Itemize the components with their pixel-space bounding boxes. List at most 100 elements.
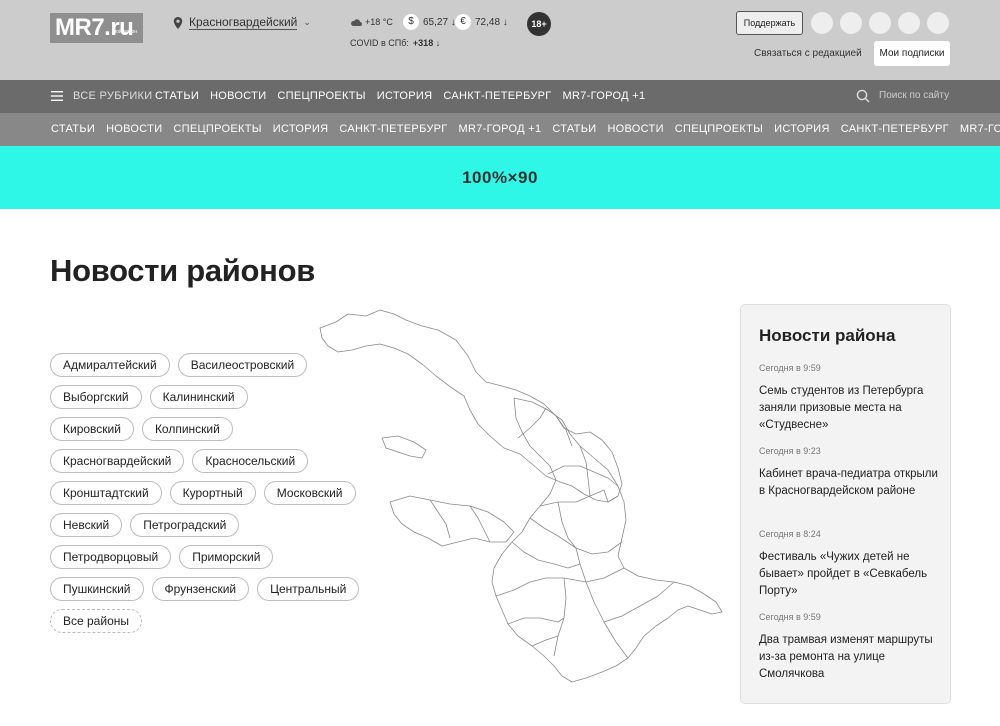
news-headline[interactable]: Фестиваль «Чужих детей не бывает» пройде…	[759, 549, 939, 600]
map-boundary	[553, 577, 567, 657]
nav-item[interactable]: САНКТ-ПЕТЕРБУРГ	[443, 90, 551, 102]
sidebar-title: Новости района	[759, 326, 896, 345]
location-selector[interactable]: Красногвардейский ⌄	[173, 15, 311, 30]
map-boundary	[585, 567, 625, 583]
location-pin-icon	[173, 16, 183, 29]
nav-item[interactable]: СТАТЬИ	[155, 90, 199, 102]
main-nav: ВСЕ РУБРИКИ СТАТЬИ НОВОСТИ СПЕЦПРОЕКТЫ И…	[0, 80, 1000, 113]
news-headline[interactable]: Семь студентов из Петербурга заняли приз…	[759, 383, 939, 434]
secondary-nav: СТАТЬИ НОВОСТИ СПЕЦПРОЕКТЫ ИСТОРИЯ САНКТ…	[0, 113, 1000, 146]
nav-item[interactable]: ИСТОРИЯ	[774, 123, 830, 135]
news-time: Сегодня в 9:59	[759, 612, 821, 622]
social-icon-3[interactable]	[869, 12, 891, 34]
news-headline[interactable]: Два трамвая изменят маршруты из-за ремон…	[759, 632, 939, 683]
news-time: Сегодня в 9:59	[759, 363, 821, 373]
nav-item[interactable]: СПЕЦПРОЕКТЫ	[173, 123, 261, 135]
dollar-icon: $	[403, 14, 419, 30]
map-boundary	[507, 617, 565, 625]
logo-tagline: мой район	[112, 29, 137, 35]
all-districts-chip[interactable]: Все районы	[50, 609, 142, 633]
nav-item[interactable]: MR7-ГОРОД +1	[563, 90, 646, 102]
district-chip[interactable]: Петроградский	[130, 513, 240, 537]
news-item[interactable]: Сегодня в 9:59 Два трамвая изменят маршр…	[759, 612, 939, 683]
covid-label: COVID в СПб:	[350, 38, 409, 48]
map-boundary	[603, 489, 619, 503]
eur-value: 72,48 ↓	[475, 16, 508, 28]
news-item[interactable]: Сегодня в 9:59 Семь студентов из Петербу…	[759, 363, 939, 434]
map-district-petrodvorets	[389, 495, 515, 547]
map-boundary	[531, 635, 559, 647]
all-categories-link[interactable]: ВСЕ РУБРИКИ	[73, 90, 152, 102]
map-boundary	[539, 489, 605, 507]
nav-item[interactable]: САНКТ-ПЕТЕРБУРГ	[841, 123, 949, 135]
nav-item[interactable]: ИСТОРИЯ	[377, 90, 433, 102]
nav-item[interactable]: MR7-ГОРОД +1	[459, 123, 542, 135]
weather-widget: +18 °C	[350, 17, 393, 27]
map-boundary	[603, 581, 675, 623]
district-map[interactable]	[318, 306, 728, 686]
district-chip[interactable]: Адмиралтейский	[50, 353, 170, 377]
page-title: Новости районов	[50, 253, 315, 288]
map-boundary	[495, 577, 587, 597]
social-icon-2[interactable]	[840, 12, 862, 34]
district-chip[interactable]: Кронштадтский	[50, 481, 162, 505]
map-district-main	[491, 397, 723, 683]
euro-icon: €	[455, 14, 471, 30]
district-chip[interactable]: Красногвардейский	[50, 449, 185, 473]
nav-item[interactable]: СТАТЬИ	[51, 123, 95, 135]
news-item[interactable]: Сегодня в 8:24 Фестиваль «Чужих детей не…	[759, 529, 939, 600]
chevron-down-icon: ⌄	[303, 17, 311, 27]
nav-item[interactable]: СПЕЦПРОЕКТЫ	[675, 123, 763, 135]
nav-item[interactable]: НОВОСТИ	[106, 123, 162, 135]
social-icon-5[interactable]	[927, 12, 949, 34]
main-nav-items: СТАТЬИ НОВОСТИ СПЕЦПРОЕКТЫ ИСТОРИЯ САНКТ…	[155, 90, 645, 102]
district-chip[interactable]: Пушкинский	[50, 577, 144, 601]
district-chip[interactable]: Красносельский	[192, 449, 309, 473]
nav-item[interactable]: СТАТЬИ	[552, 123, 596, 135]
map-boundary	[429, 499, 451, 539]
support-button[interactable]: Поддержать	[736, 11, 803, 35]
nav-item[interactable]: ИСТОРИЯ	[273, 123, 329, 135]
map-boundary	[575, 547, 629, 659]
menu-icon[interactable]	[51, 91, 63, 101]
my-subscriptions-button[interactable]: Мои подписки	[874, 41, 950, 66]
social-icon-4[interactable]	[898, 12, 920, 34]
news-time: Сегодня в 9:23	[759, 446, 821, 456]
district-chip[interactable]: Невский	[50, 513, 123, 537]
social-icon-1[interactable]	[811, 12, 833, 34]
map-district-kronstadt	[381, 435, 427, 459]
nav-item[interactable]: НОВОСТИ	[607, 123, 663, 135]
map-boundary	[547, 465, 619, 487]
map-boundary	[517, 407, 547, 439]
news-headline[interactable]: Кабинет врача-педиатра открыли в Красног…	[759, 466, 939, 500]
site-logo[interactable]: MR7.ru мой район	[50, 13, 143, 43]
search-icon[interactable]	[856, 89, 870, 103]
district-chip[interactable]: Курортный	[169, 481, 256, 505]
ad-banner[interactable]: 100%×90	[0, 146, 1000, 209]
nav-item[interactable]: СПЕЦПРОЕКТЫ	[277, 90, 365, 102]
usd-rate: $ 65,27 ↓	[403, 14, 456, 30]
district-news-sidebar: Новости района Сегодня в 9:59 Семь студе…	[740, 304, 951, 704]
nav-item[interactable]: MR7-ГОРОД +1	[960, 123, 1000, 135]
district-chip[interactable]: Приморский	[179, 545, 274, 569]
news-time: Сегодня в 8:24	[759, 529, 821, 539]
district-chip[interactable]: Выборгский	[50, 385, 142, 409]
district-chip[interactable]: Калининский	[149, 385, 248, 409]
location-name: Красногвардейский	[189, 15, 298, 30]
district-chip[interactable]: Кировский	[50, 417, 134, 441]
search-input[interactable]: Поиск по сайту	[879, 90, 949, 101]
district-chip[interactable]: Петродворцовый	[50, 545, 172, 569]
map-boundary	[511, 541, 581, 569]
district-chip[interactable]: Фрунзенский	[151, 577, 250, 601]
nav-item[interactable]: НОВОСТИ	[210, 90, 266, 102]
news-item[interactable]: Сегодня в 9:23 Кабинет врача-педиатра от…	[759, 446, 939, 500]
district-chip[interactable]: Василеостровский	[177, 353, 308, 377]
nav-item[interactable]: САНКТ-ПЕТЕРБУРГ	[339, 123, 447, 135]
covid-value: +318 ↓	[412, 38, 441, 48]
eur-rate: € 72,48 ↓	[455, 14, 508, 30]
secondary-nav-items: СТАТЬИ НОВОСТИ СПЕЦПРОЕКТЫ ИСТОРИЯ САНКТ…	[51, 123, 1000, 135]
age-badge: 18+	[527, 12, 551, 36]
contact-editorial-link[interactable]: Связаться с редакцией	[754, 48, 862, 59]
district-chip[interactable]: Колпинский	[141, 417, 233, 441]
map-boundary	[557, 501, 577, 549]
